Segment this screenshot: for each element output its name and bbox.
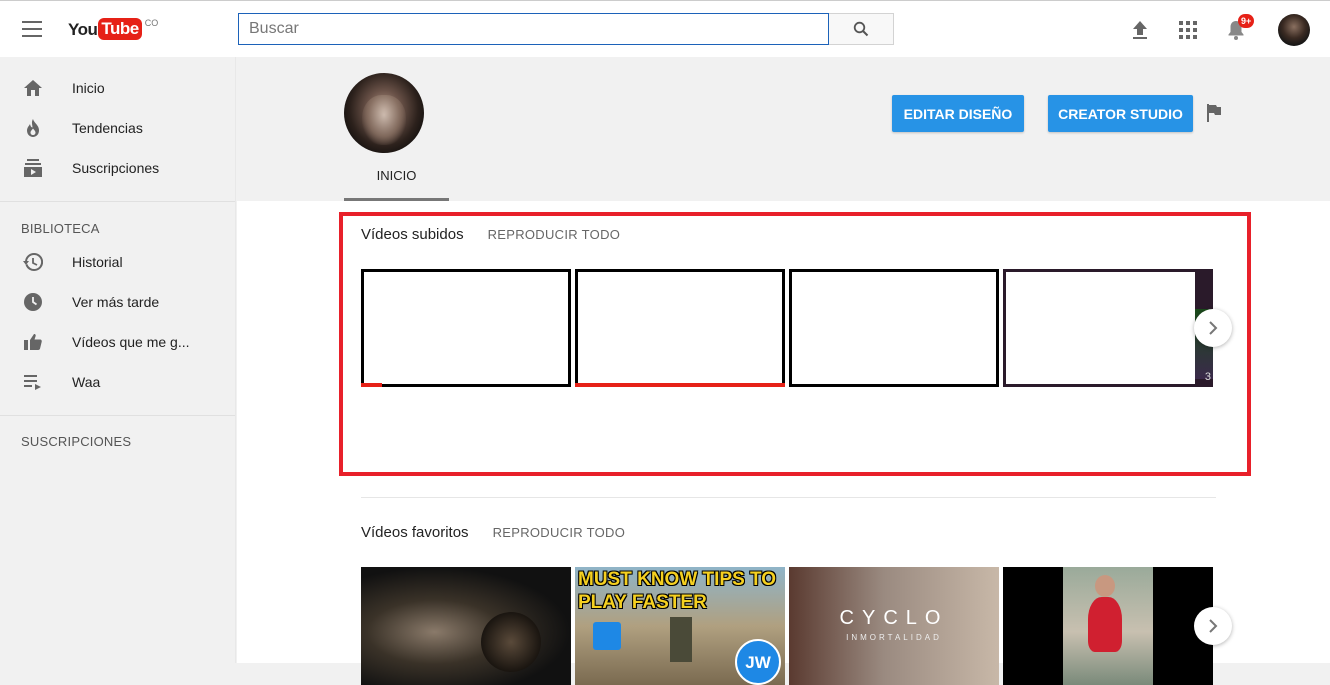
apps-icon[interactable] bbox=[1176, 18, 1200, 42]
fire-icon bbox=[22, 117, 44, 139]
tab-inicio[interactable]: INICIO bbox=[344, 161, 449, 201]
carousel-next-button[interactable] bbox=[1194, 607, 1232, 645]
thumbnail-subtitle: INMORTALIDAD bbox=[846, 633, 942, 642]
channel-header: INICIO EDITAR DISEÑO CREATOR STUDIO bbox=[237, 57, 1330, 201]
sidebar-item-label: Vídeos que me g... bbox=[72, 334, 190, 350]
channel-avatar[interactable] bbox=[344, 73, 424, 153]
sidebar-item-historial[interactable]: Historial bbox=[0, 242, 235, 282]
channel-watermark: JW bbox=[735, 639, 781, 685]
sidebar-item-videos-me-gustan[interactable]: Vídeos que me g... bbox=[0, 322, 235, 362]
chevron-right-icon bbox=[1209, 619, 1218, 633]
search-button[interactable] bbox=[829, 13, 894, 45]
highlight-annotation-box bbox=[339, 212, 1251, 476]
sidebar-item-label: Inicio bbox=[72, 80, 105, 96]
sidebar: Inicio Tendencias Suscripciones BIBLIOTE… bbox=[0, 57, 236, 663]
thumbnail-title: CYCLO bbox=[839, 607, 949, 629]
sidebar-item-label: Historial bbox=[72, 254, 123, 270]
playlist-icon bbox=[22, 371, 44, 393]
clock-icon bbox=[22, 291, 44, 313]
sidebar-main-group: Inicio Tendencias Suscripciones bbox=[0, 57, 235, 202]
subscriptions-section-title: SUSCRIPCIONES bbox=[21, 434, 132, 449]
home-icon bbox=[22, 77, 44, 99]
favorite-videos-section: Vídeos favoritos REPRODUCIR TODO bbox=[361, 524, 1221, 541]
history-icon bbox=[22, 251, 44, 273]
sidebar-item-label: Ver más tarde bbox=[72, 294, 160, 310]
top-header: You Tube CO 9+ bbox=[0, 0, 1330, 57]
sidebar-item-ver-mas-tarde[interactable]: Ver más tarde bbox=[0, 282, 235, 322]
favorite-thumbnails: MUST KNOW TIPS TO PLAY FASTER JW CYCLO I… bbox=[361, 567, 1217, 685]
video-thumbnail[interactable] bbox=[361, 567, 571, 685]
flag-icon[interactable] bbox=[1205, 103, 1223, 123]
search-icon bbox=[853, 21, 869, 37]
library-section-title: BIBLIOTECA bbox=[21, 221, 100, 236]
sidebar-item-waa[interactable]: Waa bbox=[0, 362, 235, 402]
logo-you-text: You bbox=[68, 20, 98, 39]
section-divider bbox=[361, 497, 1216, 498]
upload-icon[interactable] bbox=[1128, 18, 1152, 42]
menu-icon[interactable] bbox=[22, 21, 42, 37]
search-field bbox=[238, 13, 829, 45]
play-all-link[interactable]: REPRODUCIR TODO bbox=[493, 525, 626, 540]
logo-tube-text: Tube bbox=[98, 18, 142, 40]
youtube-logo[interactable]: You Tube CO bbox=[68, 18, 158, 42]
sidebar-library-group: BIBLIOTECA Historial Ver más tarde Vídeo… bbox=[0, 202, 235, 416]
notification-badge: 9+ bbox=[1238, 14, 1255, 28]
section-title[interactable]: Vídeos favoritos bbox=[361, 524, 469, 541]
search-input[interactable] bbox=[239, 14, 828, 44]
video-thumbnail[interactable]: MUST KNOW TIPS TO PLAY FASTER JW bbox=[575, 567, 785, 685]
video-thumbnail[interactable]: CYCLO INMORTALIDAD bbox=[789, 567, 999, 685]
sidebar-item-label: Suscripciones bbox=[72, 160, 160, 176]
sidebar-item-suscripciones[interactable]: Suscripciones bbox=[0, 148, 235, 188]
sidebar-item-label: Waa bbox=[72, 374, 101, 390]
thumbnail-caption: MUST KNOW TIPS TO PLAY FASTER bbox=[578, 569, 777, 613]
sidebar-item-tendencias[interactable]: Tendencias bbox=[0, 108, 235, 148]
sidebar-item-label: Tendencias bbox=[72, 120, 143, 136]
sidebar-item-inicio[interactable]: Inicio bbox=[0, 68, 235, 108]
creator-studio-button[interactable]: CREATOR STUDIO bbox=[1048, 95, 1193, 132]
logo-country-code: CO bbox=[144, 18, 159, 28]
edit-layout-button[interactable]: EDITAR DISEÑO bbox=[892, 95, 1024, 132]
thumb-up-icon bbox=[22, 331, 44, 353]
video-thumbnail[interactable] bbox=[1003, 567, 1213, 685]
account-avatar[interactable] bbox=[1278, 14, 1310, 46]
subscriptions-icon bbox=[22, 157, 44, 179]
